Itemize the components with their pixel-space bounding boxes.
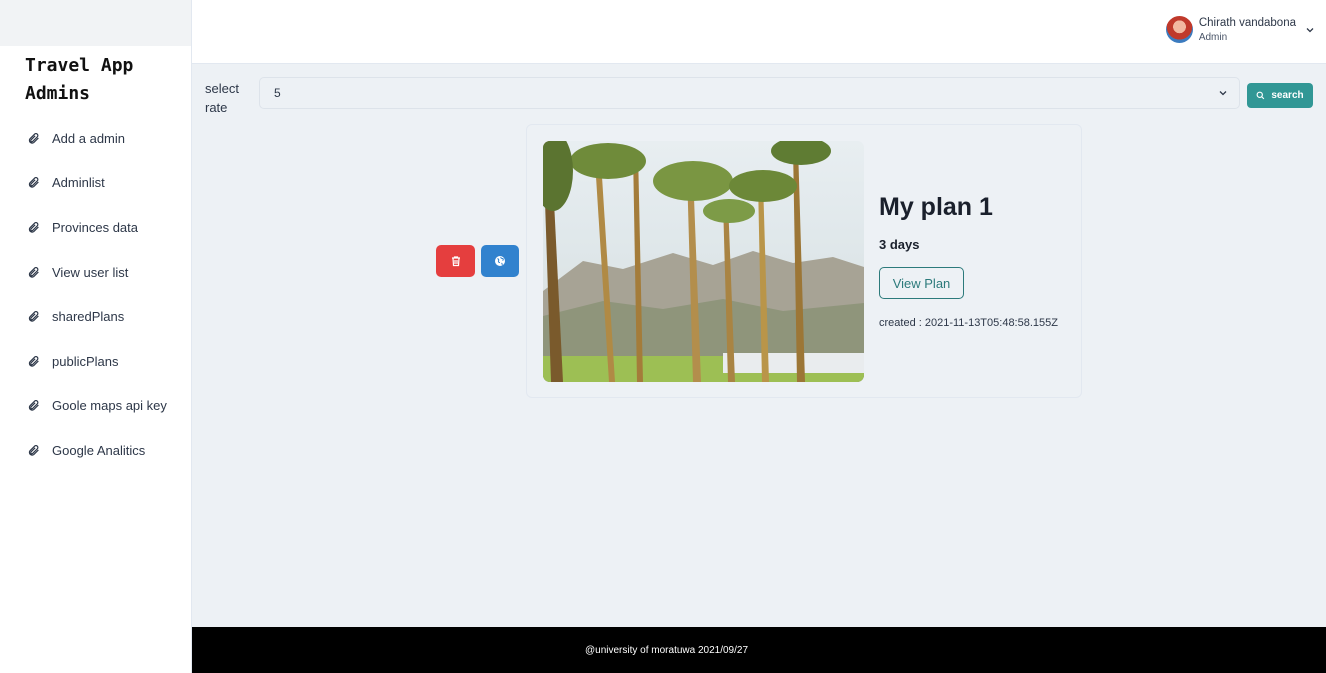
- paperclip-icon: [26, 220, 40, 234]
- sidebar-item-google-analytics[interactable]: Google Analitics: [0, 428, 191, 473]
- sidebar-item-label: Add a admin: [52, 130, 125, 146]
- sidebar-item-label: Adminlist: [52, 175, 105, 191]
- chevron-down-icon: [1219, 91, 1227, 96]
- delete-plan-button[interactable]: [436, 245, 475, 277]
- paperclip-icon: [26, 176, 40, 190]
- sidebar-item-public-plans[interactable]: publicPlans: [0, 339, 191, 384]
- sidebar-item-label: Goole maps api key: [52, 398, 167, 414]
- plan-title: My plan 1: [879, 193, 993, 221]
- paperclip-icon: [26, 131, 40, 145]
- sidebar-item-provinces-data[interactable]: Provinces data: [0, 205, 191, 250]
- plan-created-date: created : 2021-11-13T05:48:58.155Z: [879, 317, 1058, 329]
- search-button[interactable]: search: [1247, 83, 1313, 108]
- sidebar: Travel App Admins Add a admin Adminlist …: [0, 0, 192, 673]
- sidebar-item-label: sharedPlans: [52, 309, 125, 325]
- globe-icon: [495, 256, 505, 266]
- footer: @university of moratuwa 2021/09/27: [192, 627, 1326, 673]
- publish-plan-button[interactable]: [481, 245, 519, 277]
- search-icon: [1256, 91, 1265, 100]
- rate-select-value: 5: [274, 86, 281, 100]
- sidebar-nav: Add a admin Adminlist Provinces data Vie…: [0, 116, 191, 473]
- sidebar-item-maps-api-key[interactable]: Goole maps api key: [0, 384, 191, 429]
- footer-text: @university of moratuwa 2021/09/27: [585, 645, 749, 656]
- top-header: Chirath vandabona Admin: [192, 0, 1326, 64]
- plan-duration: 3 days: [879, 237, 920, 252]
- sidebar-item-shared-plans[interactable]: sharedPlans: [0, 294, 191, 339]
- sidebar-item-adminlist[interactable]: Adminlist: [0, 161, 191, 206]
- sidebar-item-label: View user list: [52, 264, 129, 280]
- sidebar-item-label: publicPlans: [52, 353, 119, 369]
- rate-select[interactable]: 5: [259, 77, 1240, 109]
- sidebar-item-label: Provinces data: [52, 219, 138, 235]
- sidebar-top-bar: [0, 0, 191, 46]
- user-name: Chirath vandabona: [1198, 16, 1296, 29]
- user-info: Chirath vandabona Admin: [1199, 17, 1296, 43]
- avatar: [1165, 16, 1193, 43]
- paperclip-icon: [26, 399, 40, 413]
- paperclip-icon: [26, 265, 40, 279]
- sidebar-item-label: Google Analitics: [52, 442, 146, 458]
- sidebar-item-add-admin[interactable]: Add a admin: [0, 116, 191, 161]
- trash-icon: [451, 256, 460, 267]
- paperclip-icon: [26, 354, 40, 368]
- user-menu[interactable]: Chirath vandabona Admin: [1165, 16, 1316, 43]
- plan-card: My plan 1 3 days View Plan created : 202…: [526, 124, 1082, 398]
- palm-trees-image: [543, 141, 864, 382]
- sidebar-item-view-user-list[interactable]: View user list: [0, 250, 191, 295]
- paperclip-icon: [26, 310, 40, 324]
- user-role: Admin: [1198, 31, 1228, 43]
- plan-image: [543, 141, 864, 382]
- paperclip-icon: [26, 443, 40, 457]
- search-button-label: search: [1271, 90, 1304, 101]
- brand-title: Travel App Admins: [25, 55, 134, 104]
- view-plan-button[interactable]: View Plan: [879, 267, 964, 299]
- chevron-down-icon: [1306, 27, 1314, 32]
- select-rate-label: select rate: [205, 81, 239, 115]
